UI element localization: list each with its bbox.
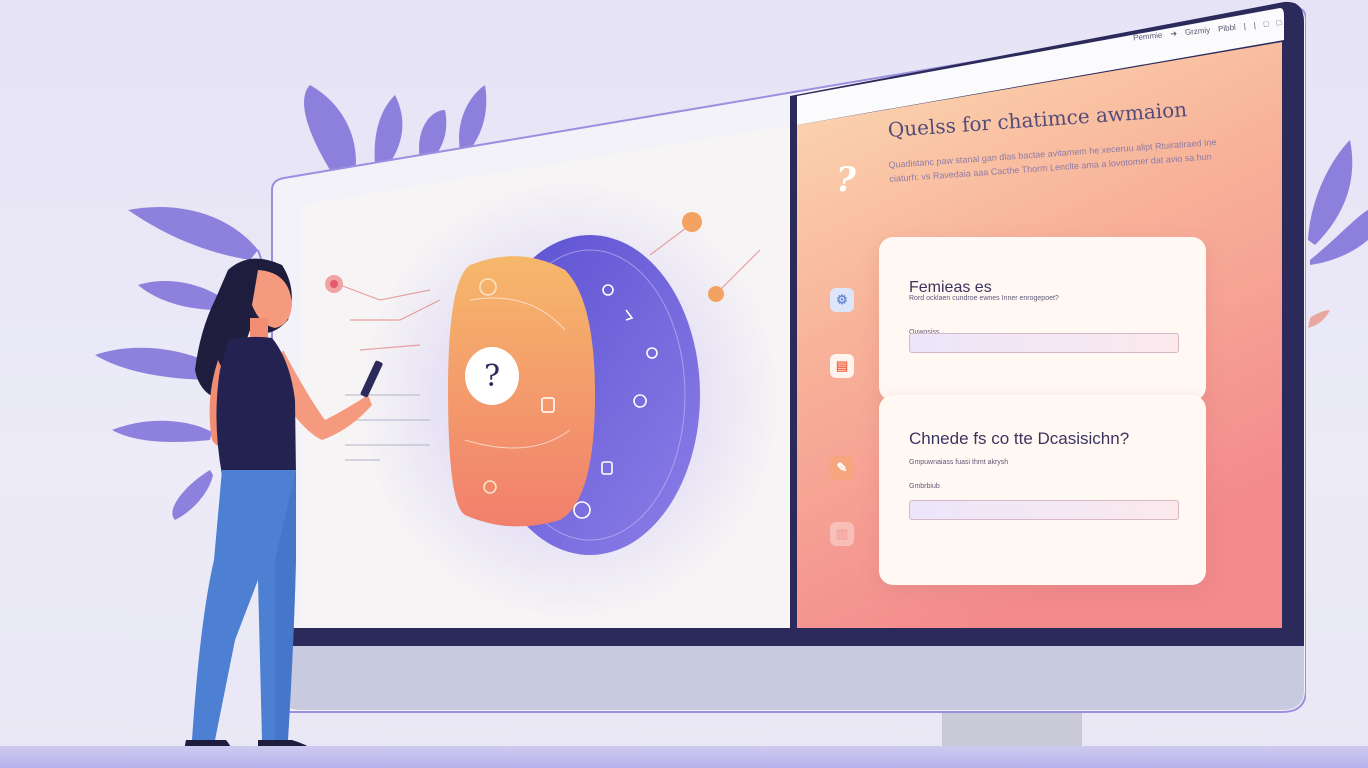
woman-illustration: [182, 258, 383, 760]
floor: [0, 746, 1368, 768]
